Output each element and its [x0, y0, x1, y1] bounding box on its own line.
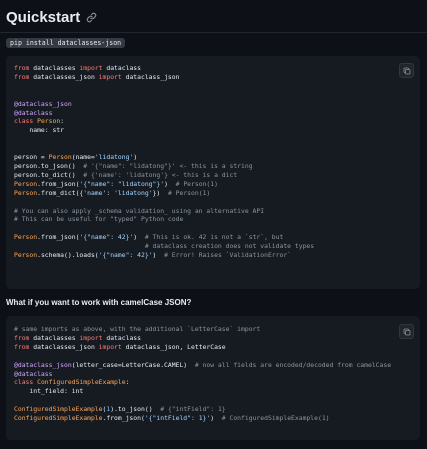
code-token: ).to_json(): [110, 405, 161, 414]
code-token: .from_json(: [37, 233, 80, 242]
section-subheading: What if you want to work with camelCase …: [6, 298, 192, 307]
code-token: dataclasses_json: [29, 72, 99, 81]
code-token: '{"name": 42}': [98, 251, 153, 260]
code-token: Person: [14, 179, 38, 188]
code-token: person.to_json(): [14, 161, 84, 170]
link-icon[interactable]: [86, 12, 97, 23]
code-token: :: [60, 117, 65, 126]
code-token: @dataclass_json: [14, 99, 72, 108]
code-token: .from_json(: [37, 179, 80, 188]
code-token: ): [152, 251, 165, 260]
code-token: '{"name": 42}': [79, 233, 134, 242]
code-token: dataclasses_json: [29, 342, 99, 351]
code-token: # This is ok. 42 is not a `str`, but: [144, 233, 284, 242]
code-content: # same imports as above, with the additi…: [14, 325, 391, 423]
copy-icon: [403, 67, 410, 74]
code-token: Person: [14, 233, 38, 242]
code-token: dataclass: [102, 64, 141, 72]
code-token: .from_dict({: [37, 188, 84, 197]
code-token: import: [98, 72, 122, 81]
code-token: # dataclass creation does not validate t…: [144, 242, 315, 251]
code-token: # This can be useful for "typed" Python …: [14, 215, 184, 224]
code-token: Person: [14, 188, 38, 197]
code-token: # same imports as above, with the additi…: [14, 325, 261, 333]
code-token: # {'name': 'lidatong'} <- this is a dict: [83, 170, 238, 179]
code-token: dataclasses: [29, 333, 80, 342]
readme-section: Quickstart pip install dataclasses-json …: [0, 0, 427, 449]
code-token: Person: [48, 153, 72, 162]
code-token: (letter_case=LetterCase.CAMEL): [71, 360, 195, 369]
code-token: # Person(1): [167, 188, 211, 197]
code-token: Person: [14, 251, 38, 260]
code-token: from: [14, 64, 30, 72]
copy-icon: [403, 328, 410, 335]
code-content: from dataclasses import dataclass from d…: [14, 64, 314, 260]
code-token: # ConfiguredSimpleExample(1): [221, 414, 330, 423]
code-token: dataclass: [102, 333, 141, 342]
code-token: from: [14, 333, 30, 342]
code-block: from dataclasses import dataclass from d…: [6, 56, 420, 289]
code-token: # now all fields are encoded/decoded fro…: [194, 360, 392, 369]
code-token: # '{"name": "lidatong"}' <- this is a st…: [83, 161, 253, 170]
code-token: '{"name": "lidatong"}': [79, 179, 165, 188]
code-token: # Person(1): [175, 179, 218, 188]
code-token: person.to_dict(): [14, 170, 84, 179]
code-token: name: str: [14, 126, 65, 135]
code-token: ): [210, 414, 222, 423]
code-token: .schema().loads(: [37, 251, 99, 260]
code-token: :: [106, 188, 115, 197]
code-token: import: [98, 342, 122, 351]
code-token: ConfiguredSimpleExample: [14, 414, 103, 423]
code-token: dataclass_json, LetterCase: [121, 342, 226, 351]
code-token: ConfiguredSimpleExample: [14, 405, 103, 414]
code-block: # same imports as above, with the additi…: [6, 316, 420, 440]
code-token: ): [164, 179, 176, 188]
code-token: person =: [14, 153, 49, 162]
code-token: # {"intField": 1}: [160, 405, 226, 414]
code-token: dataclass_json: [121, 72, 180, 81]
code-token: :: [125, 378, 130, 387]
code-token: 'lidatong': [94, 153, 134, 162]
code-token: # You can also apply _schema validation_…: [14, 206, 265, 215]
code-token: @dataclass_json: [14, 360, 72, 369]
code-token: # Error! Raises `ValidationError`: [164, 251, 292, 260]
install-command: pip install dataclasses-json: [6, 38, 126, 48]
code-token: (name=: [71, 153, 95, 162]
page-title: Quickstart: [6, 8, 81, 26]
code-token: import: [79, 333, 103, 342]
code-token: class: [14, 378, 34, 387]
code-token: }): [152, 188, 168, 197]
code-token: '{"intField": 1}': [144, 414, 211, 423]
heading-divider: [0, 32, 427, 33]
code-token: 'lidatong': [114, 188, 153, 197]
code-token: from: [14, 72, 30, 81]
code-token: .from_json(: [102, 414, 145, 423]
copy-button[interactable]: [399, 63, 414, 78]
code-token: ): [133, 233, 145, 242]
code-token: Person: [37, 117, 61, 126]
code-token: 'name': [83, 188, 107, 197]
code-token: dataclasses: [29, 64, 80, 72]
section-heading: Quickstart: [6, 6, 97, 28]
code-token: int_field: int: [14, 387, 84, 396]
code-token: @dataclass: [14, 108, 53, 117]
code-token: @dataclass: [14, 369, 53, 378]
code-token: ConfiguredSimpleExample: [37, 378, 126, 387]
copy-button[interactable]: [399, 324, 414, 339]
code-token: class: [14, 117, 34, 126]
code-token: ): [133, 153, 138, 162]
code-token: import: [79, 64, 103, 72]
code-token: from: [14, 342, 30, 351]
